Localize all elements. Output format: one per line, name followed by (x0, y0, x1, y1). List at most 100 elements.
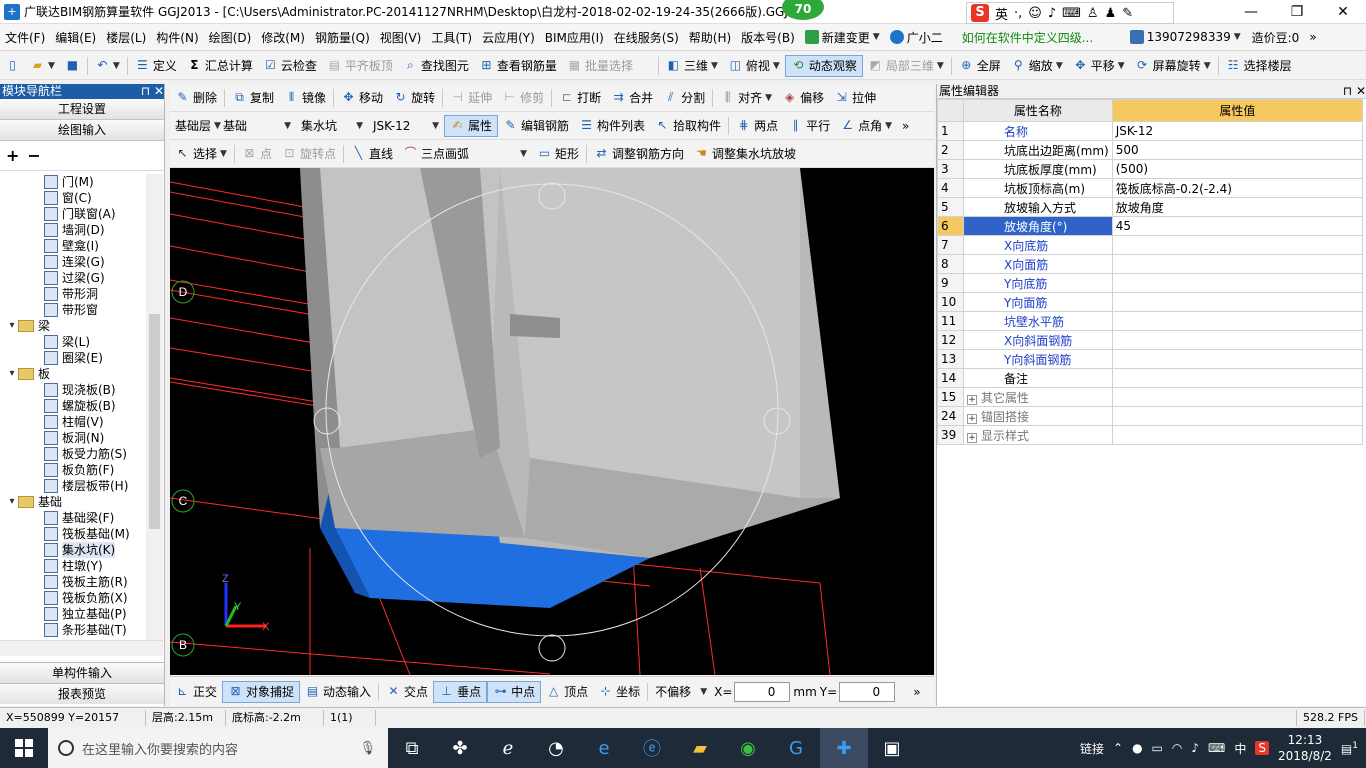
taskbar-search[interactable]: 在这里输入你要搜索的内容 🎙 (48, 728, 388, 768)
pan-button[interactable]: ✥ 平移 ▼ (1068, 55, 1130, 77)
menu-rebar[interactable]: 钢筋量(Q) (310, 29, 375, 46)
rect-button[interactable]: ▭ 矩形 (532, 143, 584, 165)
batch-select-button[interactable]: ▦ 批量选择 (562, 55, 638, 77)
line-button[interactable]: ╲ 直线 (346, 143, 398, 165)
tray-link[interactable]: 链接 (1080, 740, 1104, 757)
tree-item[interactable]: 带形窗 (0, 302, 146, 318)
tree-item[interactable]: 独立基础(P) (0, 606, 146, 622)
sum-calc-button[interactable]: Σ 汇总计算 (182, 55, 258, 77)
rotate-point-button[interactable]: ⊡ 旋转点 (277, 143, 341, 165)
property-row[interactable]: 5 放坡输入方式 放坡角度 (937, 197, 1364, 217)
green-app-icon[interactable]: ◉ (724, 728, 772, 768)
property-row[interactable]: 3 坑底板厚度(mm) (500) (937, 159, 1364, 179)
menu-help[interactable]: 帮助(H) (684, 29, 736, 46)
property-name[interactable]: Y向面筋 (963, 292, 1113, 312)
property-name[interactable]: 坑底出边距离(mm) (963, 140, 1113, 160)
element-select[interactable]: JSK-12 ▼ (368, 115, 444, 137)
tree-item[interactable]: 梁(L) (0, 334, 146, 350)
property-row[interactable]: 10 Y向面筋 (937, 292, 1364, 312)
split-button[interactable]: ⫽ 分割 (658, 87, 710, 109)
tree-item[interactable]: 过梁(G) (0, 270, 146, 286)
intersect-toggle[interactable]: ✕ 交点 (381, 681, 433, 703)
menu-online[interactable]: 在线服务(S) (609, 29, 684, 46)
drawing-input-button[interactable]: 绘图输入 (0, 120, 164, 141)
tree-item[interactable]: 板洞(N) (0, 430, 146, 446)
expand-plus-icon[interactable]: + (967, 394, 977, 405)
edit-rebar-button[interactable]: ✎ 编辑钢筋 (498, 115, 574, 137)
tray-clock[interactable]: 12:13 2018/8/2 (1278, 732, 1332, 764)
collapse-toggle-icon[interactable]: ▾ (6, 366, 18, 382)
property-row[interactable]: 39 + 显示样式 (937, 425, 1364, 445)
tree-folder[interactable]: ▾ 基础 (0, 494, 146, 510)
tree-item[interactable]: 板负筋(F) (0, 462, 146, 478)
expand-plus-icon[interactable]: + (967, 432, 977, 443)
adjust-slope-button[interactable]: ☚ 调整集水坑放坡 (689, 143, 801, 165)
tree-item[interactable]: 楼层板带(H) (0, 478, 146, 494)
perpendicular-toggle[interactable]: ⊥ 垂点 (433, 680, 488, 703)
menu-element[interactable]: 构件(N) (151, 29, 203, 46)
select-floor-button[interactable]: ☷ 选择楼层 (1221, 55, 1297, 77)
tree-item[interactable]: 板受力筋(S) (0, 446, 146, 462)
property-name[interactable]: X向底筋 (963, 235, 1113, 255)
vertex-toggle[interactable]: △ 顶点 (541, 681, 593, 703)
screen-rotate-button[interactable]: ⟳ 屏幕旋转 ▼ (1130, 55, 1216, 77)
dynamic-observe-button[interactable]: ⟲ 动态观察 (784, 54, 863, 77)
property-name[interactable]: + 显示样式 (963, 425, 1113, 445)
property-value[interactable] (1111, 387, 1364, 407)
task-view-icon[interactable]: ⧉ (388, 728, 436, 768)
action-center-icon[interactable]: ▤1 (1341, 741, 1358, 756)
offset-button[interactable]: ◈ 偏移 (777, 87, 829, 109)
collapse-toggle-icon[interactable]: ▾ (6, 318, 18, 334)
three-d-button[interactable]: ◧ 三维 ▼ (661, 55, 723, 77)
menu-tools[interactable]: 工具(T) (426, 29, 477, 46)
undo-button[interactable]: ↶ ▼ (90, 55, 125, 77)
g-app-icon[interactable]: G (772, 728, 820, 768)
toolbar-overflow[interactable]: » (897, 115, 914, 137)
tree-item[interactable]: 现浇板(B) (0, 382, 146, 398)
property-name[interactable]: Y向斜面钢筋 (963, 349, 1113, 369)
x-offset-input[interactable]: 0 (734, 681, 791, 702)
collapse-toggle-icon[interactable]: ▾ (6, 494, 18, 510)
open-file-button[interactable]: ▰ ▼ (25, 55, 60, 77)
select-button[interactable]: ↖ 选择 ▼ (170, 143, 232, 165)
tree-item[interactable]: 圈梁(E) (0, 350, 146, 366)
extend-button[interactable]: ⊣ 延伸 (445, 87, 497, 109)
property-row[interactable]: 14 备注 (937, 368, 1364, 388)
ie-icon[interactable]: ⓔ (628, 728, 676, 768)
two-points-button[interactable]: ⋕ 两点 (731, 115, 783, 137)
local-3d-button[interactable]: ◩ 局部三维 ▼ (863, 55, 949, 77)
property-name[interactable]: 名称 (963, 121, 1113, 141)
type-select[interactable]: 集水坑 ▼ (296, 115, 368, 137)
property-row[interactable]: 4 坑板顶标高(m) 筏板底标高-0.2(-2.4) (937, 178, 1364, 198)
break-button[interactable]: ⊏ 打断 (554, 87, 606, 109)
layer-select[interactable]: 基础层 ▼ (170, 115, 221, 137)
y-offset-input[interactable]: 0 (839, 681, 896, 702)
category-select[interactable]: 基础 ▼ (218, 115, 296, 137)
ime-mic-icon[interactable]: ♪ (1048, 6, 1056, 21)
property-value[interactable]: (500) (1111, 159, 1364, 179)
property-value[interactable] (1111, 406, 1364, 426)
menu-modify[interactable]: 修改(M) (256, 29, 310, 46)
tray-person-icon[interactable]: ● (1132, 741, 1142, 755)
menu-draw[interactable]: 绘图(D) (204, 29, 257, 46)
remote-app-icon[interactable]: ▣ (868, 728, 916, 768)
property-row[interactable]: 1 名称 JSK-12 (937, 121, 1364, 141)
trim-button[interactable]: ⊢ 修剪 (497, 87, 549, 109)
find-element-button[interactable]: ⌕ 查找图元 (398, 55, 474, 77)
property-value[interactable] (1111, 330, 1364, 350)
tree-item[interactable]: 螺旋板(B) (0, 398, 146, 414)
tray-sogou-icon[interactable]: S (1255, 741, 1270, 755)
property-name[interactable]: Y向底筋 (963, 273, 1113, 293)
tray-chevron-icon[interactable]: ⌃ (1113, 741, 1123, 755)
property-value[interactable]: 筏板底标高-0.2(-2.4) (1111, 178, 1364, 198)
tree-folder[interactable]: ▾ 板 (0, 366, 146, 382)
object-snap-toggle[interactable]: ⊠ 对象捕捉 (222, 680, 301, 703)
account-phone[interactable]: 13907298339 ▼ (1129, 30, 1241, 44)
ime-wrench-icon[interactable]: ✎ (1122, 6, 1133, 21)
property-row[interactable]: 15 + 其它属性 (937, 387, 1364, 407)
property-value[interactable]: 放坡角度 (1111, 197, 1364, 217)
adjust-rebar-button[interactable]: ⇄ 调整钢筋方向 (589, 143, 689, 165)
tree-item[interactable]: 条形基础(T) (0, 622, 146, 638)
view-rebar-button[interactable]: ⊞ 查看钢筋量 (474, 55, 562, 77)
collapse-all-icon[interactable]: − (27, 146, 40, 165)
